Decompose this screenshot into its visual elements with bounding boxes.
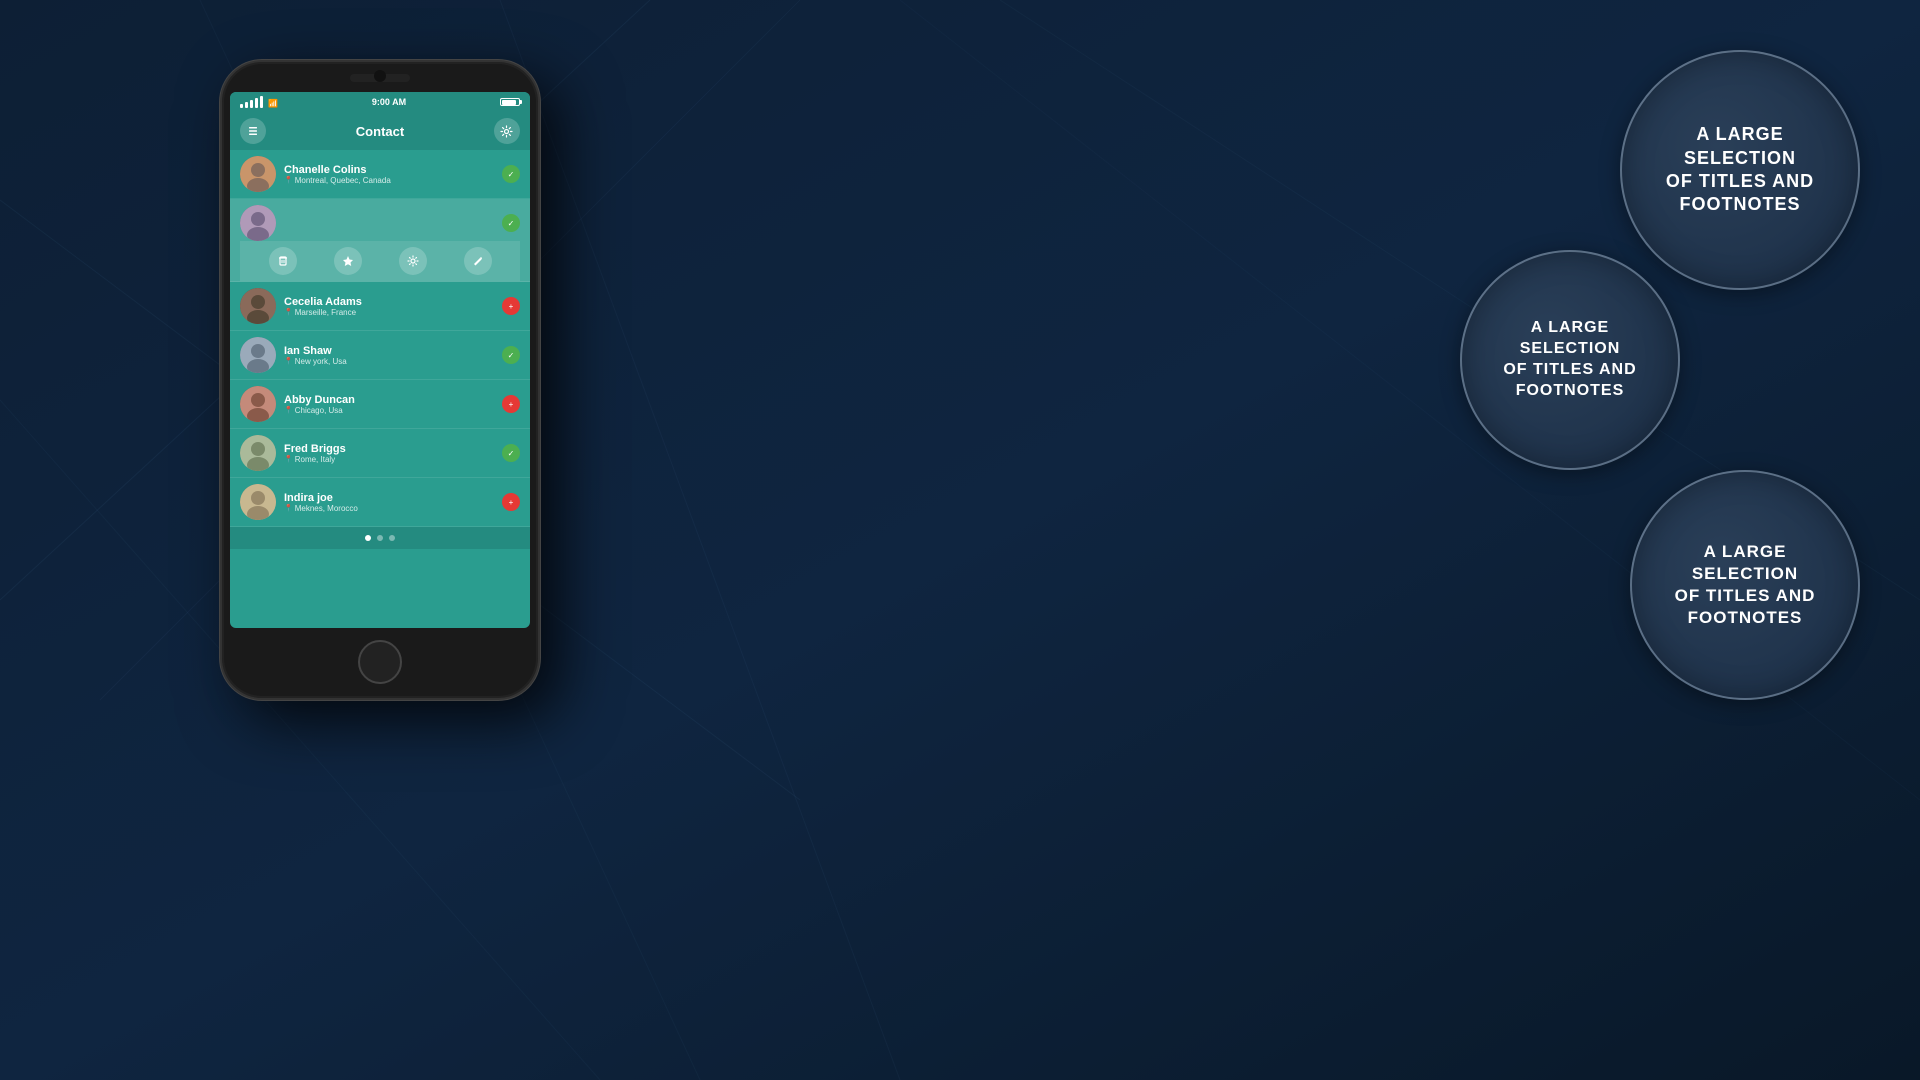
contact-info-fred: Fred Briggs 📍 Rome, Italy [284, 443, 502, 464]
bubble-3-text: A LARGE SELECTION OF TITLES AND FOOTNOTE… [1655, 521, 1836, 649]
settings-action-btn[interactable] [399, 247, 427, 275]
phone-camera [374, 70, 386, 82]
contact-item-fred[interactable]: Fred Briggs 📍 Rome, Italy ✓ [230, 429, 530, 478]
status-time: 9:00 AM [372, 97, 406, 107]
avatar-expanded [240, 205, 276, 241]
status-online-chanelle: ✓ [502, 165, 520, 183]
bubble-3[interactable]: A LARGE SELECTION OF TITLES AND FOOTNOTE… [1630, 470, 1860, 700]
app-header: Contact [230, 112, 530, 150]
battery-icon [500, 98, 520, 106]
phone-body: 📶 9:00 AM Contact [220, 60, 540, 700]
contact-name-cecelia: Cecelia Adams [284, 296, 502, 308]
status-bar: 📶 9:00 AM [230, 92, 530, 112]
action-row [240, 241, 520, 281]
delete-action-btn[interactable] [269, 247, 297, 275]
edit-action-btn[interactable] [464, 247, 492, 275]
back-button[interactable] [240, 118, 266, 144]
signal-bars: 📶 [240, 96, 278, 108]
avatar-abby [240, 386, 276, 422]
settings-button[interactable] [494, 118, 520, 144]
contact-name-abby: Abby Duncan [284, 394, 502, 406]
contact-name-fred: Fred Briggs [284, 443, 502, 455]
avatar-chanelle [240, 156, 276, 192]
avatar-indira [240, 484, 276, 520]
signal-bar-2 [245, 102, 248, 108]
contact-location-chanelle: 📍 Montreal, Quebec, Canada [284, 176, 502, 185]
contact-item-indira[interactable]: Indira joe 📍 Meknes, Morocco + [230, 478, 530, 527]
star-action-btn[interactable] [334, 247, 362, 275]
status-online-expanded: ✓ [502, 214, 520, 232]
location-pin-icon-2: 📍 [284, 308, 293, 316]
app-title: Contact [356, 124, 404, 139]
contact-item-chanelle[interactable]: Chanelle Colins 📍 Montreal, Quebec, Cana… [230, 150, 530, 199]
contact-name-indira: Indira joe [284, 492, 502, 504]
contact-location-cecelia: 📍 Marseille, France [284, 308, 502, 317]
status-add-abby: + [502, 395, 520, 413]
page-dot-1 [365, 535, 371, 541]
signal-bar-4 [255, 98, 258, 108]
status-online-fred: ✓ [502, 444, 520, 462]
signal-bar-5 [260, 96, 263, 108]
contact-info-indira: Indira joe 📍 Meknes, Morocco [284, 492, 502, 513]
contact-name-chanelle: Chanelle Colins [284, 164, 502, 176]
page-dot-2 [377, 535, 383, 541]
wifi-icon: 📶 [268, 99, 278, 108]
contact-item-expanded[interactable]: ✓ [230, 199, 530, 282]
avatar-cecelia [240, 288, 276, 324]
contact-info-ian: Ian Shaw 📍 New york, Usa [284, 345, 502, 366]
contact-list: Chanelle Colins 📍 Montreal, Quebec, Cana… [230, 150, 530, 527]
bubble-2[interactable]: A LARGE SELECTION OF TITLES AND FOOTNOTE… [1460, 250, 1680, 470]
page-indicators [230, 527, 530, 549]
location-pin-icon: 📍 [284, 176, 293, 184]
contact-item-abby[interactable]: Abby Duncan 📍 Chicago, Usa + [230, 380, 530, 429]
status-online-ian: ✓ [502, 346, 520, 364]
avatar-ian [240, 337, 276, 373]
contact-location-ian: 📍 New york, Usa [284, 357, 502, 366]
contact-info-chanelle: Chanelle Colins 📍 Montreal, Quebec, Cana… [284, 164, 502, 185]
bubble-2-text: A LARGE SELECTION OF TITLES AND FOOTNOTE… [1485, 300, 1654, 419]
contact-location-fred: 📍 Rome, Italy [284, 455, 502, 464]
status-add-cecelia: + [502, 297, 520, 315]
bubble-1-text: A LARGE SELECTION OF TITLES AND FOOTNOTE… [1646, 103, 1834, 237]
avatar-fred [240, 435, 276, 471]
location-pin-icon-3: 📍 [284, 357, 293, 365]
bubbles-section: A LARGE SELECTION OF TITLES AND FOOTNOTE… [1260, 50, 1860, 950]
location-pin-icon-6: 📍 [284, 504, 293, 512]
location-pin-icon-4: 📍 [284, 406, 293, 414]
home-button[interactable] [358, 640, 402, 684]
status-add-indira: + [502, 493, 520, 511]
signal-bar-3 [250, 100, 253, 108]
location-pin-icon-5: 📍 [284, 455, 293, 463]
contact-info-abby: Abby Duncan 📍 Chicago, Usa [284, 394, 502, 415]
page-dot-3 [389, 535, 395, 541]
bubble-1[interactable]: A LARGE SELECTION OF TITLES AND FOOTNOTE… [1620, 50, 1860, 290]
contact-name-ian: Ian Shaw [284, 345, 502, 357]
contact-location-indira: 📍 Meknes, Morocco [284, 504, 502, 513]
contact-item-ian[interactable]: Ian Shaw 📍 New york, Usa ✓ [230, 331, 530, 380]
contact-item-cecelia[interactable]: Cecelia Adams 📍 Marseille, France + [230, 282, 530, 331]
phone-screen: 📶 9:00 AM Contact [230, 92, 530, 628]
contact-location-abby: 📍 Chicago, Usa [284, 406, 502, 415]
signal-bar-1 [240, 104, 243, 108]
contact-info-cecelia: Cecelia Adams 📍 Marseille, France [284, 296, 502, 317]
phone-mockup: 📶 9:00 AM Contact [220, 60, 560, 740]
